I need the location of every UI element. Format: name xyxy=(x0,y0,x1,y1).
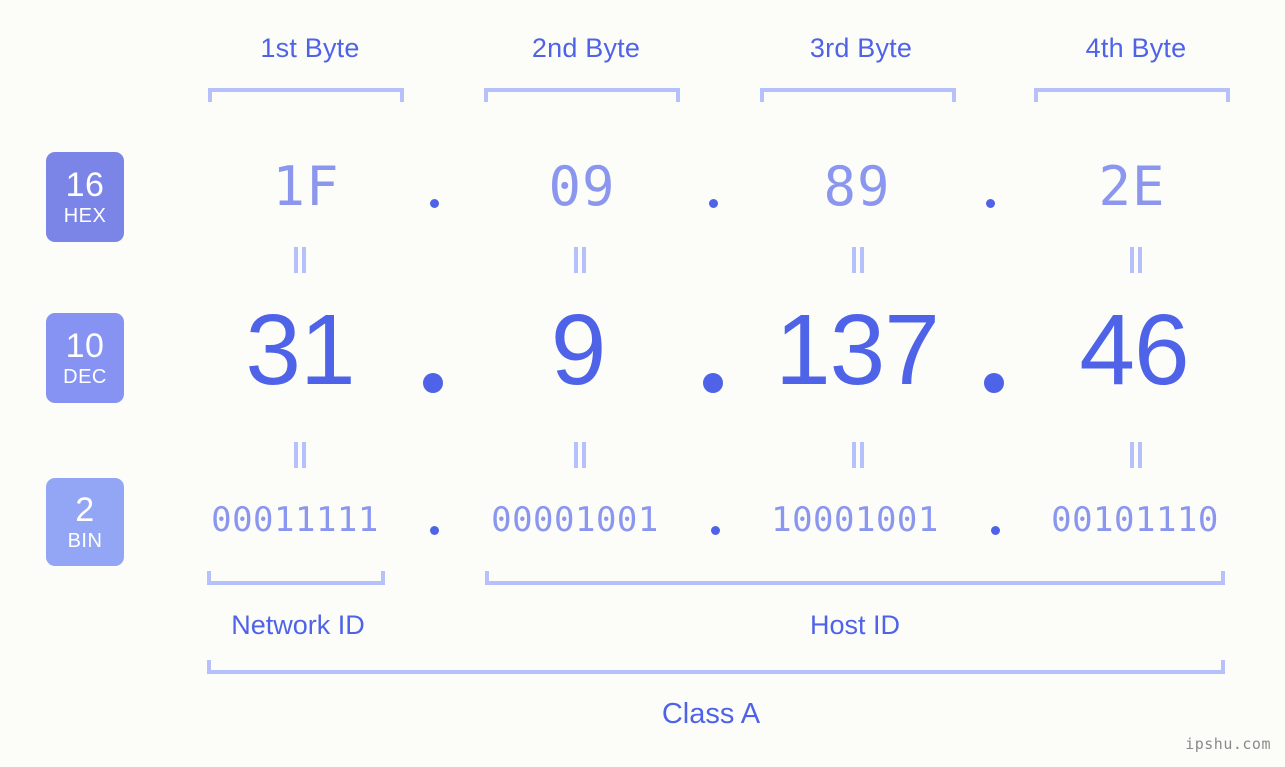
bin-byte-2: 00001001 xyxy=(491,500,659,540)
hex-separator-dot-2 xyxy=(709,199,718,208)
byte-bracket-2 xyxy=(484,88,680,102)
bin-separator-dot-1 xyxy=(430,526,439,535)
hex-separator-dot-3 xyxy=(986,199,995,208)
equals-icon-hex-dec-1 xyxy=(293,247,307,273)
bin-byte-4: 00101110 xyxy=(1051,500,1219,540)
host-id-label: Host ID xyxy=(809,610,901,640)
hex-separator-dot-1 xyxy=(430,199,439,208)
hex-byte-2: 09 xyxy=(548,155,616,218)
base-badge-hex-name: HEX xyxy=(63,205,107,227)
ip-class-bracket xyxy=(207,660,1225,674)
equals-icon-dec-bin-1 xyxy=(293,442,307,468)
dec-byte-4: 46 xyxy=(1079,294,1189,406)
equals-icon-hex-dec-4 xyxy=(1129,247,1143,273)
base-badge-hex-number: 16 xyxy=(65,166,105,204)
site-watermark: ipshu.com xyxy=(1185,735,1271,753)
ip-byte-diagram: 1st Byte 2nd Byte 3rd Byte 4th Byte 16 H… xyxy=(0,0,1285,767)
base-badge-dec-number: 10 xyxy=(65,327,105,365)
host-id-bracket xyxy=(485,571,1225,585)
byte-header-3: 3rd Byte xyxy=(809,33,913,63)
byte-bracket-4 xyxy=(1034,88,1230,102)
equals-icon-dec-bin-3 xyxy=(851,442,865,468)
equals-icon-dec-bin-2 xyxy=(573,442,587,468)
network-id-bracket xyxy=(207,571,385,585)
byte-header-4: 4th Byte xyxy=(1085,33,1187,63)
byte-header-2: 2nd Byte xyxy=(531,33,641,63)
byte-bracket-3 xyxy=(760,88,956,102)
dec-separator-dot-3 xyxy=(984,373,1004,393)
byte-bracket-1 xyxy=(208,88,404,102)
base-badge-dec: 10 DEC xyxy=(46,313,124,403)
hex-byte-1: 1F xyxy=(272,155,340,218)
bin-separator-dot-2 xyxy=(711,526,720,535)
bin-byte-3: 10001001 xyxy=(771,500,939,540)
equals-icon-dec-bin-4 xyxy=(1129,442,1143,468)
hex-byte-3: 89 xyxy=(823,155,891,218)
dec-separator-dot-1 xyxy=(423,373,443,393)
base-badge-hex: 16 HEX xyxy=(46,152,124,242)
equals-icon-hex-dec-2 xyxy=(573,247,587,273)
dec-byte-1: 31 xyxy=(245,294,355,406)
dec-byte-3: 137 xyxy=(775,294,940,406)
ip-class-label: Class A xyxy=(661,698,761,730)
network-id-label: Network ID xyxy=(231,610,365,640)
base-badge-bin-name: BIN xyxy=(67,530,103,552)
equals-icon-hex-dec-3 xyxy=(851,247,865,273)
base-badge-bin-number: 2 xyxy=(75,491,95,529)
hex-byte-4: 2E xyxy=(1098,155,1166,218)
base-badge-bin: 2 BIN xyxy=(46,478,124,566)
byte-header-1: 1st Byte xyxy=(260,33,360,63)
dec-byte-2: 9 xyxy=(550,294,607,406)
bin-byte-1: 00011111 xyxy=(211,500,379,540)
bin-separator-dot-3 xyxy=(991,526,1000,535)
base-badge-dec-name: DEC xyxy=(63,366,107,388)
dec-separator-dot-2 xyxy=(703,373,723,393)
